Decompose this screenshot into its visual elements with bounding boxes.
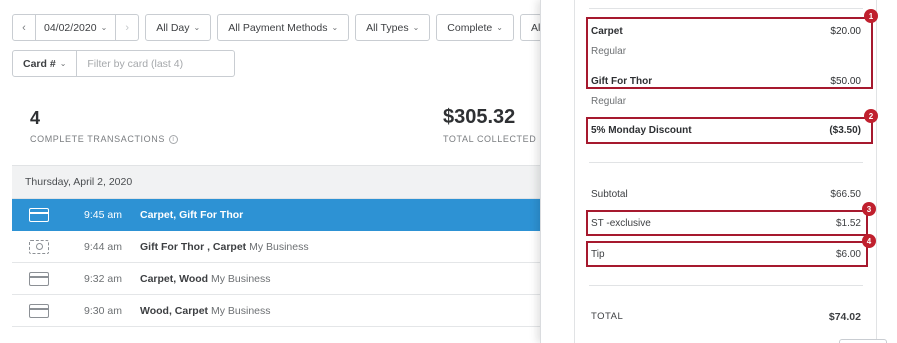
status-label: Complete — [447, 21, 493, 34]
chevron-down-icon: ⌄ — [193, 23, 201, 32]
chevron-down-icon: ⌄ — [331, 23, 339, 32]
annotation-badge: 1 — [864, 9, 878, 23]
previous-day-button[interactable]: ‹ — [13, 15, 35, 40]
transaction-item-names: Gift For Thor , Carpet — [140, 240, 247, 253]
transaction-business: My Business — [210, 304, 271, 317]
transaction-item-names: Carpet, Wood — [140, 272, 209, 285]
transaction-list: 9:45 am Carpet, Gift For Thor 9:44 am Gi… — [12, 199, 540, 327]
transaction-item-names: Wood, Carpet — [140, 304, 209, 317]
divider — [589, 162, 863, 163]
transaction-items: Carpet, Wood My Business — [140, 273, 271, 285]
time-range-label: All Day — [156, 21, 190, 34]
card-icon — [29, 207, 49, 222]
card-filter: Card # ⌄ — [12, 50, 236, 77]
date-value: 04/02/2020 — [44, 21, 97, 34]
receipt-panel: Carpet $20.00 Regular Gift For Thor $50.… — [540, 0, 897, 343]
types-label: All Types — [366, 21, 409, 34]
highlight-box-tip — [586, 241, 868, 267]
additional-filter-label: All — [530, 21, 540, 34]
card-last4-input[interactable] — [77, 50, 236, 77]
chevron-down-icon: ⌄ — [496, 23, 503, 32]
status-filter[interactable]: Complete ⌄ — [436, 14, 514, 41]
transactions-count: 4 — [30, 108, 41, 128]
divider — [589, 8, 863, 9]
card-icon — [29, 303, 49, 318]
card-icon — [29, 271, 49, 286]
card-number-label: Card # — [23, 57, 56, 70]
total-line: TOTAL $74.02 — [591, 311, 861, 323]
transaction-item-names: Carpet, Gift For Thor — [140, 208, 244, 221]
total-label: TOTAL — [591, 311, 624, 322]
payment-methods-filter[interactable]: All Payment Methods ⌄ — [217, 14, 350, 41]
total-collected-label: TOTAL COLLECTED — [443, 134, 537, 144]
transaction-business: My Business — [210, 272, 271, 285]
transactions-label: COMPLETE TRANSACTIONS — [30, 134, 165, 144]
chevron-down-icon: ⌄ — [412, 23, 420, 32]
card-number-select[interactable]: Card # ⌄ — [12, 50, 78, 77]
transaction-time: 9:32 am — [84, 272, 122, 285]
divider — [589, 285, 863, 286]
info-icon[interactable]: i — [168, 134, 178, 144]
transaction-time: 9:45 am — [84, 208, 122, 221]
total-amount: $74.02 — [828, 311, 861, 323]
additional-filter[interactable]: All — [519, 14, 540, 41]
transactions-label-group: COMPLETE TRANSACTIONS i — [30, 134, 178, 144]
highlight-box-items — [586, 17, 873, 89]
subtotal-label: Subtotal — [591, 189, 628, 200]
annotation-badge: 4 — [862, 234, 876, 248]
transaction-items: Wood, Carpet My Business — [140, 305, 271, 317]
transaction-time: 9:30 am — [84, 304, 122, 317]
cash-icon — [29, 239, 49, 254]
transaction-time: 9:44 am — [84, 240, 122, 253]
filter-bar: ‹ 04/02/2020 ⌄ › All Day ⌄ All Payment M… — [12, 14, 540, 41]
transaction-business: My Business — [249, 240, 309, 253]
table-row[interactable]: 9:30 am Wood, Carpet My Business — [12, 295, 540, 327]
table-row[interactable]: 9:44 am Gift For Thor , Carpet My Busine… — [12, 231, 540, 263]
item-variant: Regular — [591, 96, 627, 107]
next-day-button[interactable]: › — [116, 15, 138, 40]
time-range-filter[interactable]: All Day ⌄ — [145, 14, 212, 41]
transaction-items: Gift For Thor , Carpet My Business — [140, 241, 309, 253]
types-filter[interactable]: All Types ⌄ — [355, 14, 431, 41]
payment-methods-label: All Payment Methods — [228, 21, 328, 34]
panel-action-button[interactable] — [839, 339, 887, 343]
total-collected-amount: $305.32 — [443, 106, 516, 128]
subtotal-line: Subtotal $66.50 — [591, 189, 861, 200]
chevron-down-icon: ⌄ — [59, 59, 67, 68]
chevron-down-icon: ⌄ — [100, 23, 108, 32]
date-select[interactable]: 04/02/2020 ⌄ — [35, 15, 117, 40]
highlight-box-tax — [586, 210, 868, 236]
table-row[interactable]: 9:32 am Carpet, Wood My Business — [12, 263, 540, 295]
transaction-items: Carpet, Gift For Thor — [140, 209, 243, 221]
annotation-badge: 2 — [864, 109, 878, 123]
table-row[interactable]: 9:45 am Carpet, Gift For Thor — [12, 199, 540, 231]
transactions-pane: ‹ 04/02/2020 ⌄ › All Day ⌄ All Payment M… — [0, 0, 540, 343]
annotation-badge: 3 — [862, 202, 876, 216]
highlight-box-discount — [586, 117, 873, 144]
subtotal-amount: $66.50 — [830, 189, 861, 200]
day-header: Thursday, April 2, 2020 — [12, 165, 540, 199]
date-picker: ‹ 04/02/2020 ⌄ › — [12, 14, 140, 41]
